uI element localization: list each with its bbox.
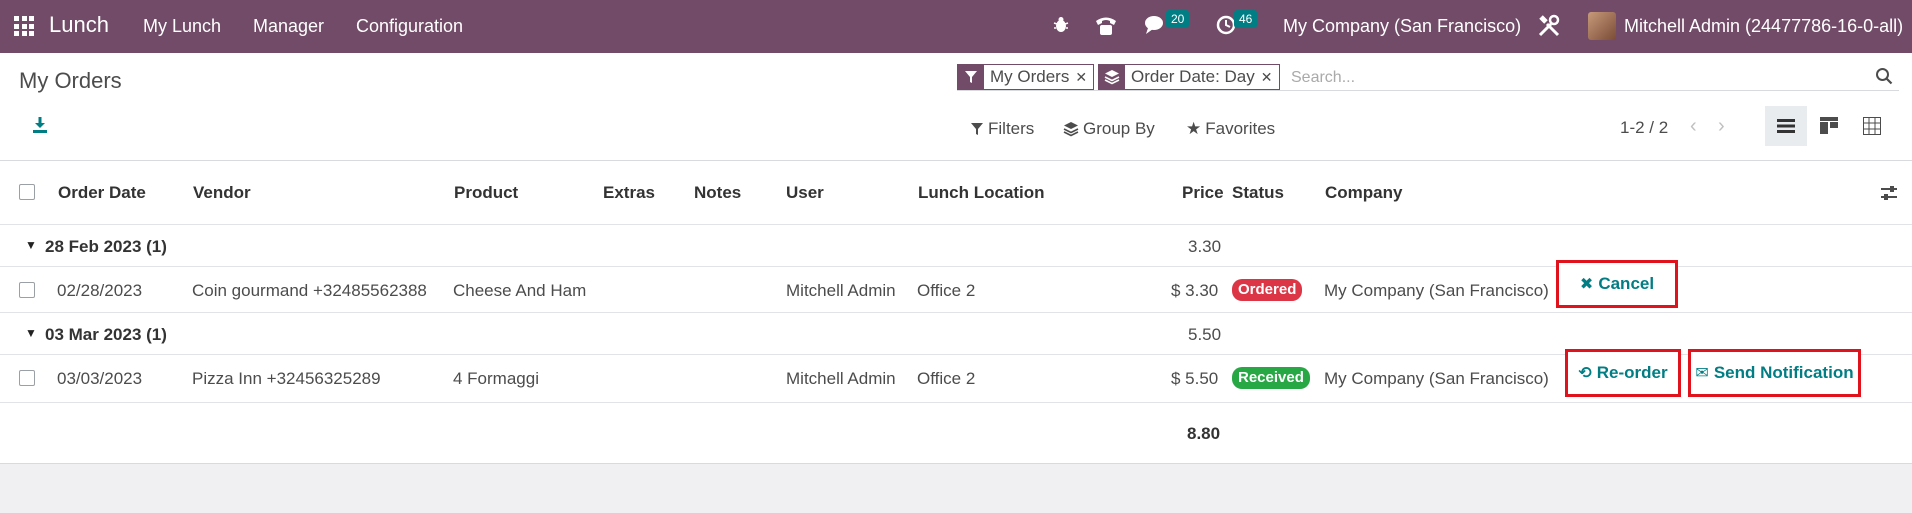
facet-label: Order Date: Day xyxy=(1131,67,1255,86)
header-order-date[interactable]: Order Date xyxy=(58,183,146,203)
send-notification-label: Send Notification xyxy=(1713,363,1854,382)
facet-order-date-day[interactable]: Order Date: Day ✕ xyxy=(1098,64,1280,90)
header-user[interactable]: User xyxy=(786,183,824,203)
header-notes[interactable]: Notes xyxy=(694,183,741,203)
group-by-label: Group By xyxy=(1083,119,1155,138)
kanban-view-button[interactable] xyxy=(1808,106,1850,146)
cancel-label: Cancel xyxy=(1598,274,1655,293)
reorder-button[interactable]: ⟲ Re-order xyxy=(1565,349,1681,397)
status-badge: Received xyxy=(1232,367,1310,389)
search-bar: My Orders ✕ Order Date: Day ✕ xyxy=(957,61,1899,91)
header-product[interactable]: Product xyxy=(454,183,518,203)
filters-label: Filters xyxy=(988,119,1035,138)
header-status[interactable]: Status xyxy=(1232,183,1284,203)
row-checkbox[interactable] xyxy=(19,370,35,386)
header-company[interactable]: Company xyxy=(1325,183,1402,203)
history-icon: ⟲ xyxy=(1578,365,1592,382)
favorites-button[interactable]: ★ Favorites xyxy=(1186,119,1275,139)
pivot-view-button[interactable] xyxy=(1851,106,1893,146)
envelope-icon: ✉ xyxy=(1695,365,1709,382)
cancel-button[interactable]: ✖ Cancel xyxy=(1556,260,1678,308)
kanban-view-icon xyxy=(1820,117,1838,134)
vendor: Pizza Inn +32456325289 xyxy=(192,369,381,388)
page-title: My Orders xyxy=(19,68,122,93)
pager-previous-icon[interactable]: ‹ xyxy=(1690,115,1697,138)
company: My Company (San Francisco) xyxy=(1324,281,1549,300)
company: My Company (San Francisco) xyxy=(1324,369,1549,388)
company-switcher[interactable]: My Company (San Francisco) xyxy=(1283,16,1521,37)
messages-count-badge: 20 xyxy=(1166,10,1190,28)
header-vendor[interactable]: Vendor xyxy=(193,183,251,203)
caret-down-icon: ▼ xyxy=(25,238,37,252)
facet-my-orders[interactable]: My Orders ✕ xyxy=(957,64,1095,90)
phone-icon[interactable] xyxy=(1094,15,1118,37)
group-subtotal: 5.50 xyxy=(1188,325,1222,344)
header-lunch-location[interactable]: Lunch Location xyxy=(918,183,1045,203)
table-header: Order Date Vendor Product Extras Notes U… xyxy=(0,161,1912,225)
header-extras[interactable]: Extras xyxy=(603,183,655,203)
lunch-location: Office 2 xyxy=(917,369,976,388)
list-view-button[interactable] xyxy=(1765,106,1807,146)
optional-columns-icon[interactable] xyxy=(1880,184,1898,202)
top-navbar: Lunch My Lunch Manager Configuration 20 … xyxy=(0,0,1912,53)
user: Mitchell Admin xyxy=(786,281,896,300)
activity-clock-icon[interactable] xyxy=(1216,15,1236,35)
control-panel: My Orders My Orders ✕ Order Date: Day ✕ xyxy=(0,53,1912,161)
pager-value[interactable]: 1-2 / 2 xyxy=(1620,118,1668,138)
tools-icon[interactable] xyxy=(1537,14,1561,38)
order-date: 02/28/2023 xyxy=(57,281,143,300)
menu-manager[interactable]: Manager xyxy=(253,16,324,37)
close-icon: ✖ xyxy=(1579,276,1594,293)
group-by-button[interactable]: Group By xyxy=(1063,119,1155,139)
row-checkbox[interactable] xyxy=(19,282,35,298)
app-menu-icon[interactable] xyxy=(14,16,34,36)
lunch-location: Office 2 xyxy=(917,281,976,300)
price: $ 5.50 xyxy=(1171,369,1219,388)
activities-count-badge: 46 xyxy=(1234,10,1258,28)
menu-configuration[interactable]: Configuration xyxy=(356,16,463,37)
status-badge: Ordered xyxy=(1232,279,1303,301)
filter-icon xyxy=(958,65,984,89)
remove-facet-icon[interactable]: ✕ xyxy=(1261,69,1279,86)
debug-bug-icon[interactable] xyxy=(1051,15,1071,35)
list-view-icon xyxy=(1777,119,1795,133)
caret-down-icon: ▼ xyxy=(25,326,37,340)
menu-my-lunch[interactable]: My Lunch xyxy=(143,16,221,37)
product: Cheese And Ham xyxy=(453,281,587,300)
search-input[interactable] xyxy=(1291,69,1791,87)
group-subtotal: 3.30 xyxy=(1188,237,1222,256)
filter-icon xyxy=(971,123,983,135)
group-by-icon xyxy=(1063,122,1079,137)
messages-icon[interactable] xyxy=(1144,15,1166,35)
filters-button[interactable]: Filters xyxy=(970,119,1034,139)
select-all-checkbox[interactable] xyxy=(19,184,35,200)
empty-area xyxy=(0,464,1912,513)
facet-label: My Orders xyxy=(990,67,1070,86)
search-icon[interactable] xyxy=(1875,67,1893,85)
app-name[interactable]: Lunch xyxy=(49,12,109,38)
product: 4 Formaggi xyxy=(453,369,539,388)
pager-next-icon[interactable]: › xyxy=(1718,115,1725,138)
send-notification-button[interactable]: ✉ Send Notification xyxy=(1688,349,1861,397)
reorder-label: Re-order xyxy=(1596,363,1668,382)
vendor: Coin gourmand +32485562388 xyxy=(192,281,427,300)
user-avatar[interactable] xyxy=(1588,12,1616,40)
group-by-icon xyxy=(1099,65,1125,89)
star-icon: ★ xyxy=(1186,119,1202,138)
favorites-label: Favorites xyxy=(1205,119,1276,138)
group-label: 28 Feb 2023 (1) xyxy=(45,237,167,256)
price: $ 3.30 xyxy=(1171,281,1219,300)
download-icon[interactable] xyxy=(30,115,50,135)
total-price: 8.80 xyxy=(1187,424,1221,443)
remove-facet-icon[interactable]: ✕ xyxy=(1075,69,1093,86)
order-date: 03/03/2023 xyxy=(57,369,143,388)
header-price[interactable]: Price xyxy=(1182,183,1224,203)
user-menu[interactable]: Mitchell Admin (24477786-16-0-all) xyxy=(1624,16,1903,37)
orders-list: Order Date Vendor Product Extras Notes U… xyxy=(0,161,1912,464)
group-label: 03 Mar 2023 (1) xyxy=(45,325,167,344)
pivot-table-icon xyxy=(1863,117,1881,135)
user: Mitchell Admin xyxy=(786,369,896,388)
